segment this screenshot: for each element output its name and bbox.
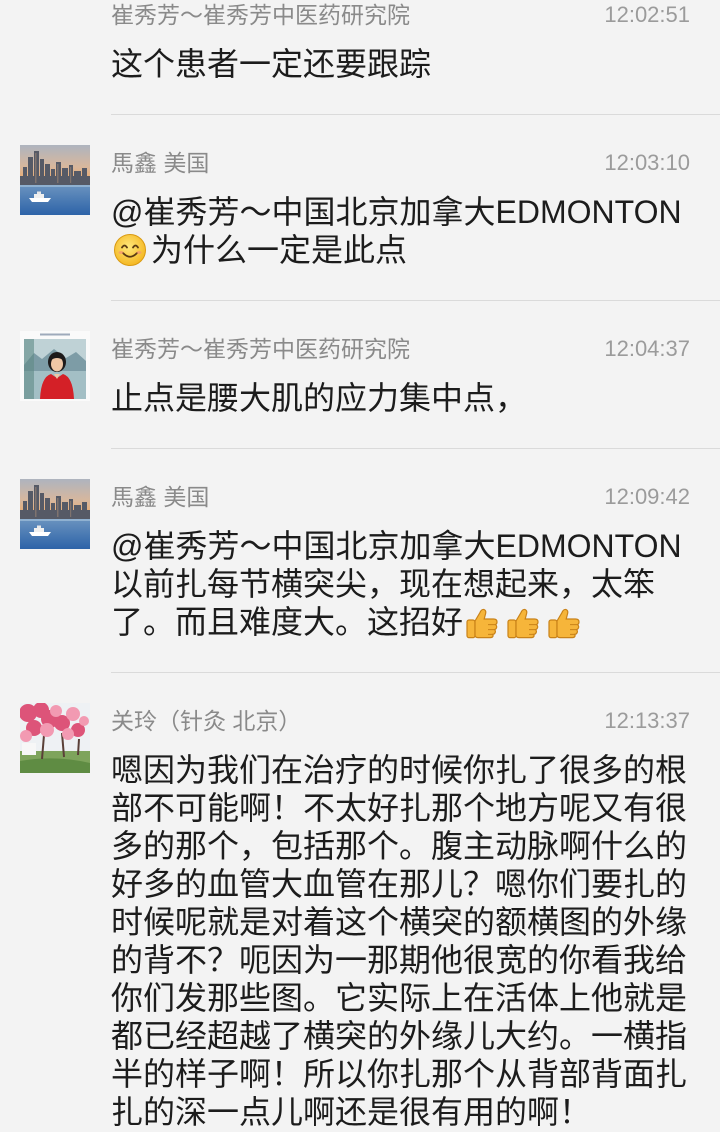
- message-line-text: 扎的深一点儿啊还是很有用的啊！: [111, 1094, 592, 1130]
- message-line-text: 你们发那些图。它实际上在活体上他就是: [111, 980, 688, 1016]
- message-line-text: 半的样子啊！所以你扎那个从背部背面扎: [111, 1056, 688, 1092]
- city-skyline-image: [20, 479, 90, 549]
- chat-record-list[interactable]: 崔秀芳～崔秀芳中医药研究院 12:02:51 这个患者一定还要跟踪 馬鑫 美国 …: [0, 0, 720, 1132]
- message-time: 12:09:42: [604, 484, 690, 509]
- sender-avatar[interactable]: [20, 479, 90, 549]
- message-line-text: 都已经超越了横突的外缘儿大约。一横指: [111, 1018, 688, 1054]
- message-line-text: 的背不？呃因为一那期他很宽的你看我给: [111, 942, 688, 978]
- message-line-text: 止点是腰大肌的应力集中点，: [111, 380, 528, 416]
- message-text[interactable]: 嗯因为我们在治疗的时候你扎了很多的根 部不可能啊！不太好扎那个地方呢又有很 多的…: [111, 751, 690, 1131]
- message-item: 崔秀芳～崔秀芳中医药研究院 12:02:51 这个患者一定还要跟踪: [0, 0, 720, 83]
- message-line: 扎的深一点儿啊还是很有用的啊！: [111, 1093, 690, 1131]
- message-line-text: 时候呢就是对着这个横突的额横图的外缘: [111, 904, 688, 940]
- message-line: 多的那个，包括那个。腹主动脉啊什么的: [111, 827, 690, 865]
- message-text[interactable]: @崔秀芳～中国北京加拿大EDMONTON 以前扎每节横突尖，现在想起来，太笨 了…: [111, 527, 690, 641]
- message-line: 好多的血管大血管在那儿？嗯你们要扎的: [111, 865, 690, 903]
- smiling-face-icon: [113, 233, 147, 267]
- message-header: 崔秀芳～崔秀芳中医药研究院 12:04:37: [111, 334, 690, 364]
- sender-name: 馬鑫 美国: [111, 150, 210, 176]
- message-line: 以前扎每节横突尖，现在想起来，太笨: [111, 565, 690, 603]
- message-header: 馬鑫 美国 12:09:42: [111, 482, 690, 512]
- message-item: 馬鑫 美国 12:03:10 @崔秀芳～中国北京加拿大EDMONTON 为什么一…: [0, 114, 720, 269]
- message-line: 了。而且难度大。这招好: [111, 603, 690, 641]
- message-line: 半的样子啊！所以你扎那个从背部背面扎: [111, 1055, 690, 1093]
- message-line: 止点是腰大肌的应力集中点，: [111, 379, 690, 417]
- smiling-face-emoji: [113, 233, 147, 267]
- message-header: 馬鑫 美国 12:03:10: [111, 148, 690, 178]
- message-line-text: @崔秀芳～中国北京加拿大EDMONTON: [111, 194, 682, 230]
- sender-name: 崔秀芳～崔秀芳中医药研究院: [111, 336, 410, 362]
- message-time: 12:03:10: [604, 150, 690, 175]
- message-text[interactable]: 止点是腰大肌的应力集中点，: [111, 379, 690, 417]
- thumbs-up-icon: [507, 608, 539, 639]
- thumbs-up-emoji: [548, 608, 580, 639]
- message-line-text: 多的那个，包括那个。腹主动脉啊什么的: [111, 828, 688, 864]
- message-line: @崔秀芳～中国北京加拿大EDMONTON: [111, 193, 690, 231]
- message-item: 崔秀芳～崔秀芳中医药研究院 12:04:37 止点是腰大肌的应力集中点，: [0, 300, 720, 417]
- message-line: 时候呢就是对着这个横突的额横图的外缘: [111, 903, 690, 941]
- message-item: 关玲（针灸 北京） 12:13:37 嗯因为我们在治疗的时候你扎了很多的根 部不…: [0, 672, 720, 1131]
- message-line-text: 嗯因为我们在治疗的时候你扎了很多的根: [111, 752, 688, 788]
- message-line: 你们发那些图。它实际上在活体上他就是: [111, 979, 690, 1017]
- message-line: 为什么一定是此点: [111, 231, 690, 269]
- sender-avatar[interactable]: [20, 145, 90, 215]
- message-line-text: 以前扎每节横突尖，现在想起来，太笨: [111, 566, 656, 602]
- message-line: 部不可能啊！不太好扎那个地方呢又有很: [111, 789, 690, 827]
- message-time: 12:04:37: [604, 336, 690, 361]
- message-time: 12:02:51: [604, 2, 690, 27]
- message-line: 这个患者一定还要跟踪: [111, 45, 690, 83]
- message-line: 嗯因为我们在治疗的时候你扎了很多的根: [111, 751, 690, 789]
- message-line-text: @崔秀芳～中国北京加拿大EDMONTON: [111, 528, 682, 564]
- message-line-text: 好多的血管大血管在那儿？嗯你们要扎的: [111, 866, 688, 902]
- message-line: @崔秀芳～中国北京加拿大EDMONTON: [111, 527, 690, 565]
- sender-name: 馬鑫 美国: [111, 484, 210, 510]
- message-header: 崔秀芳～崔秀芳中医药研究院 12:02:51: [111, 0, 690, 30]
- sender-name: 关玲（针灸 北京）: [111, 708, 302, 734]
- message-line-text: 了。而且难度大。这招好: [111, 604, 464, 640]
- message-text[interactable]: 这个患者一定还要跟踪: [111, 45, 690, 83]
- message-line: 的背不？呃因为一那期他很宽的你看我给: [111, 941, 690, 979]
- thumbs-up-icon: [466, 608, 498, 639]
- message-content: 馬鑫 美国 12:03:10 @崔秀芳～中国北京加拿大EDMONTON 为什么一…: [0, 115, 720, 269]
- thumbs-up-emoji: [507, 608, 539, 639]
- message-header: 关玲（针灸 北京） 12:13:37: [111, 706, 690, 736]
- message-time: 12:13:37: [604, 708, 690, 733]
- message-text[interactable]: @崔秀芳～中国北京加拿大EDMONTON 为什么一定是此点: [111, 193, 690, 269]
- message-line: 都已经超越了横突的外缘儿大约。一横指: [111, 1017, 690, 1055]
- message-line-text: 部不可能啊！不太好扎那个地方呢又有很: [111, 790, 688, 826]
- message-content: 崔秀芳～崔秀芳中医药研究院 12:02:51 这个患者一定还要跟踪: [0, 0, 720, 83]
- thumbs-up-icon: [548, 608, 580, 639]
- thumbs-up-emoji: [466, 608, 498, 639]
- city-skyline-image: [20, 145, 90, 215]
- cherry-blossom-image: [20, 703, 90, 773]
- message-line-text: 这个患者一定还要跟踪: [111, 46, 432, 82]
- sender-avatar[interactable]: [20, 331, 90, 401]
- message-content: 馬鑫 美国 12:09:42 @崔秀芳～中国北京加拿大EDMONTON 以前扎每…: [0, 449, 720, 641]
- sender-name: 崔秀芳～崔秀芳中医药研究院: [111, 2, 410, 28]
- sender-avatar[interactable]: [20, 703, 90, 773]
- woman-in-red-image: [20, 331, 90, 401]
- message-line-text: 为什么一定是此点: [151, 232, 408, 268]
- message-item: 馬鑫 美国 12:09:42 @崔秀芳～中国北京加拿大EDMONTON 以前扎每…: [0, 448, 720, 641]
- message-content: 关玲（针灸 北京） 12:13:37 嗯因为我们在治疗的时候你扎了很多的根 部不…: [0, 673, 720, 1131]
- message-content: 崔秀芳～崔秀芳中医药研究院 12:04:37 止点是腰大肌的应力集中点，: [0, 301, 720, 417]
